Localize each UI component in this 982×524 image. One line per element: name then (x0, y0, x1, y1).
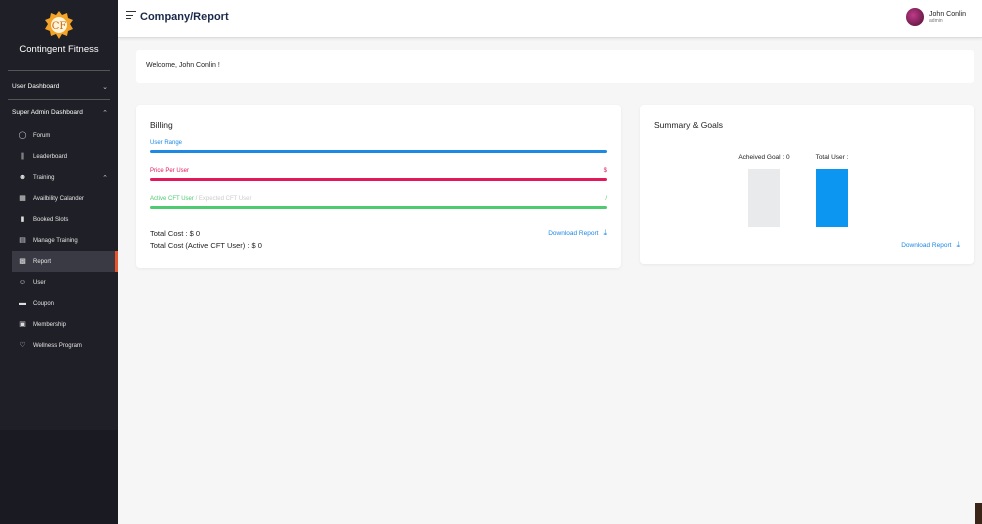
price-per-user-bar (150, 178, 607, 181)
billing-download-button[interactable]: Download Report ⤓ (548, 228, 607, 238)
bar-label: Acheived Goal : 0 (738, 154, 790, 161)
totals: Total Cost : $ 0 Total Cost (Active CFT … (150, 228, 607, 252)
report-icon: ▩ (19, 258, 26, 265)
billing-title: Billing (150, 120, 173, 130)
manage-training-icon: ▤ (19, 237, 26, 244)
user-icon: ☺ (18, 279, 27, 286)
total-cost-active: Total Cost (Active CFT User) : $ 0 (150, 241, 262, 250)
user-menu[interactable]: John Conlin admin (906, 8, 966, 26)
separator: / (195, 196, 198, 202)
billing-card: Billing User Range Price Per User $ Acti… (136, 105, 621, 268)
avatar[interactable] (906, 8, 925, 26)
sidebar-item-manage-training[interactable]: ▤ Manage Training (0, 230, 118, 251)
section-user-dashboard[interactable]: User Dashboard ⌄ (0, 74, 118, 99)
download-label: Download Report (901, 241, 952, 249)
expected-cft-label: Expected CFT User (198, 196, 252, 202)
user-range-row: User Range (150, 140, 607, 168)
sidebar-item-report[interactable]: ▩ Report (12, 251, 118, 272)
sidebar-item-wellness-program[interactable]: ♡ Wellness Program (0, 335, 118, 356)
section-label: User Dashboard (12, 83, 60, 90)
sidebar-item-label: Coupon (33, 300, 55, 307)
wellness-icon: ♡ (19, 342, 26, 349)
active-cft-row: Active CFT User / Expected CFT User / (150, 196, 607, 224)
chevron-down-icon: ⌄ (102, 83, 108, 91)
sidebar-item-label: User (33, 279, 46, 286)
user-role: admin (929, 17, 943, 24)
sidebar-footer-area (0, 430, 118, 524)
sidebar-item-coupon[interactable]: ▬ Coupon (0, 293, 118, 314)
chart-bar (748, 169, 780, 227)
active-cft-bar (150, 206, 607, 209)
user-range-label: User Range (150, 140, 183, 146)
price-per-user-row: Price Per User $ (150, 168, 607, 196)
sidebar-item-label: Forum (33, 132, 51, 139)
price-per-user-label: Price Per User (150, 168, 190, 174)
active-cft-label: Active CFT User (150, 196, 194, 202)
sidebar: CF Contingent Fitness User Dashboard ⌄ S… (0, 0, 118, 524)
calendar-icon: ▦ (19, 195, 26, 202)
sidebar-item-label: Manage Training (33, 237, 78, 244)
sidebar-item-booked-slots[interactable]: ▮ Booked Slots (0, 209, 118, 230)
sidebar-item-label: Training (33, 174, 55, 181)
sidebar-item-availability-calendar[interactable]: ▦ Availbility Calander (0, 188, 118, 209)
user-range-bar (150, 150, 607, 153)
page-title: Company/Report (140, 11, 229, 23)
sidebar-item-label: Wellness Program (33, 342, 82, 349)
training-icon: ☻ (18, 174, 27, 181)
sidebar-item-leaderboard[interactable]: ∥ Leaderboard (0, 146, 118, 167)
sidebar-item-forum[interactable]: ◯ Forum (0, 125, 118, 146)
chart-bar (816, 169, 848, 227)
download-icon: ⤓ (603, 228, 607, 237)
brand-name: Contingent Fitness (19, 44, 99, 55)
leaderboard-icon: ∥ (20, 153, 25, 160)
menu-toggle-icon[interactable] (126, 11, 136, 22)
section-label: Super Admin Dashboard (12, 109, 83, 116)
summary-title: Summary & Goals (654, 120, 723, 130)
chevron-up-icon: ⌃ (102, 109, 108, 117)
forum-icon: ◯ (18, 132, 27, 139)
sidebar-nav: ◯ Forum ∥ Leaderboard ☻ Training ⌃ ▦ Availbil… (0, 125, 118, 356)
sidebar-item-label: Membership (33, 321, 67, 328)
bar-label: Total User : (816, 154, 849, 161)
sidebar-item-label: Leaderboard (33, 153, 68, 160)
sidebar-item-label: Availbility Calander (33, 195, 84, 202)
sidebar-item-label: Report (33, 258, 52, 265)
corner-widget (975, 503, 982, 524)
active-cft-label-group: Active CFT User / Expected CFT User (150, 196, 252, 202)
welcome-banner: Welcome, John Conlin ! (136, 50, 974, 83)
summary-chart: Acheived Goal : 0 Total User : (738, 154, 849, 227)
coupon-icon: ▬ (19, 300, 26, 307)
booked-slots-icon: ▮ (20, 216, 25, 223)
active-cft-value: / (605, 196, 607, 202)
brand-divider (8, 70, 110, 71)
sidebar-item-label: Booked Slots (33, 216, 69, 223)
membership-icon: ▣ (19, 321, 26, 328)
svg-text:CF: CF (52, 21, 67, 32)
sidebar-item-membership[interactable]: ▣ Membership (0, 314, 118, 335)
sidebar-item-user[interactable]: ☺ User (0, 272, 118, 293)
summary-card: Summary & Goals Acheived Goal : 0 Total U… (640, 105, 974, 264)
price-symbol: $ (603, 168, 607, 174)
brand-logo-icon: CF (45, 11, 73, 39)
download-icon: ⤓ (956, 240, 960, 249)
download-label: Download Report (548, 229, 599, 237)
total-cost: Total Cost : $ 0 (150, 229, 201, 238)
chevron-up-icon: ⌃ (102, 174, 108, 182)
section-super-admin-dashboard[interactable]: Super Admin Dashboard ⌃ (0, 100, 118, 125)
summary-download-button[interactable]: Download Report ⤓ (901, 240, 960, 250)
brand: CF Contingent Fitness (0, 0, 118, 70)
top-bar: Company/Report John Conlin admin (118, 0, 982, 38)
user-name: John Conlin (929, 10, 966, 18)
sidebar-item-training[interactable]: ☻ Training ⌃ (0, 167, 118, 188)
